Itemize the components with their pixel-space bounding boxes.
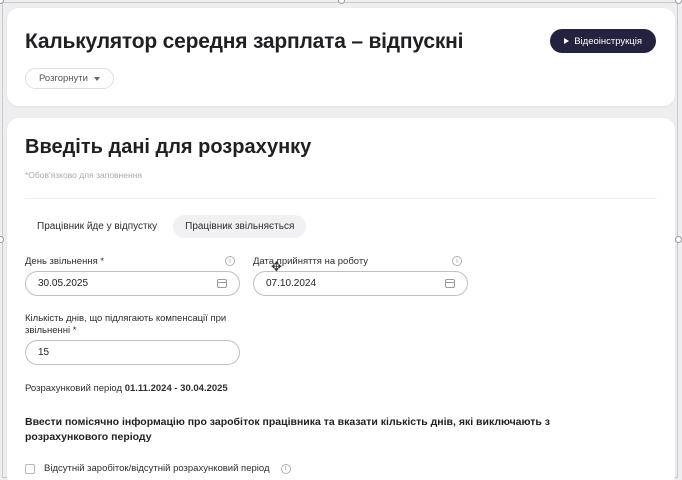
missing-earnings-option[interactable]: Відсутній заробіток/відсутній розрахунко… (25, 463, 291, 474)
info-icon[interactable]: i (280, 463, 291, 474)
missing-earnings-label: Відсутній заробіток/відсутній розрахунко… (44, 463, 270, 474)
resize-handle-top-right[interactable] (675, 0, 682, 4)
expand-button[interactable]: Розгорнути (25, 68, 114, 89)
resize-handle-right[interactable] (675, 236, 682, 243)
compensation-days-value: 15 (38, 347, 50, 358)
calendar-icon[interactable] (217, 279, 227, 288)
tab-vacation[interactable]: Працівник йде у відпустку (25, 215, 169, 238)
calendar-icon[interactable] (445, 279, 455, 288)
expand-label: Розгорнути (39, 73, 88, 84)
missing-earnings-checkbox[interactable] (25, 463, 35, 474)
period-value: 01.11.2024 - 30.04.2025 (124, 383, 228, 394)
compensation-days-input[interactable]: 15 (25, 340, 240, 365)
compensation-days-label: Кількість днів, що підлягають компенсаці… (25, 313, 227, 336)
resize-handle-left[interactable] (0, 236, 4, 243)
hire-date-input[interactable]: 07.10.2024 (253, 271, 468, 296)
move-cursor-icon: ✥ (271, 259, 282, 274)
video-instruction-button[interactable]: Відеоінструкція (550, 29, 656, 53)
calculation-period: Розрахунковий період 01.11.2024 - 30.04.… (25, 383, 228, 394)
resize-handle-top-left[interactable] (0, 0, 4, 4)
period-label: Розрахунковий період (25, 383, 123, 394)
dismissal-date-label: День звільнення * (25, 256, 105, 267)
tab-dismissal[interactable]: Працівник звільняється (173, 215, 307, 238)
calculator-header-card: Калькулятор середня зарплата – відпускні… (7, 8, 675, 106)
info-icon[interactable]: i (225, 256, 235, 266)
employee-status-tabs: Працівник йде у відпустку Працівник звіл… (25, 215, 307, 238)
resize-handle-top[interactable] (338, 0, 345, 4)
video-instruction-label: Відеоінструкція (574, 35, 642, 47)
required-note: *Обов'язково для заповнення (25, 170, 142, 180)
section-title: Введіть дані для розрахунку (25, 136, 312, 158)
info-icon[interactable]: i (452, 256, 462, 266)
hire-date-value: 07.10.2024 (266, 278, 317, 289)
divider (25, 198, 657, 199)
calculation-form-card: Введіть дані для розрахунку *Обов'язково… (7, 118, 675, 480)
dismissal-date-value: 30.05.2025 (38, 278, 89, 289)
page-title: Калькулятор середня зарплата – відпускні (25, 30, 464, 53)
chevron-down-icon (93, 76, 100, 81)
play-icon (564, 38, 570, 44)
dismissal-date-input[interactable]: 30.05.2025 (25, 271, 240, 296)
monthly-info-heading: Ввести помісячно інформацію про заробіто… (25, 416, 550, 443)
